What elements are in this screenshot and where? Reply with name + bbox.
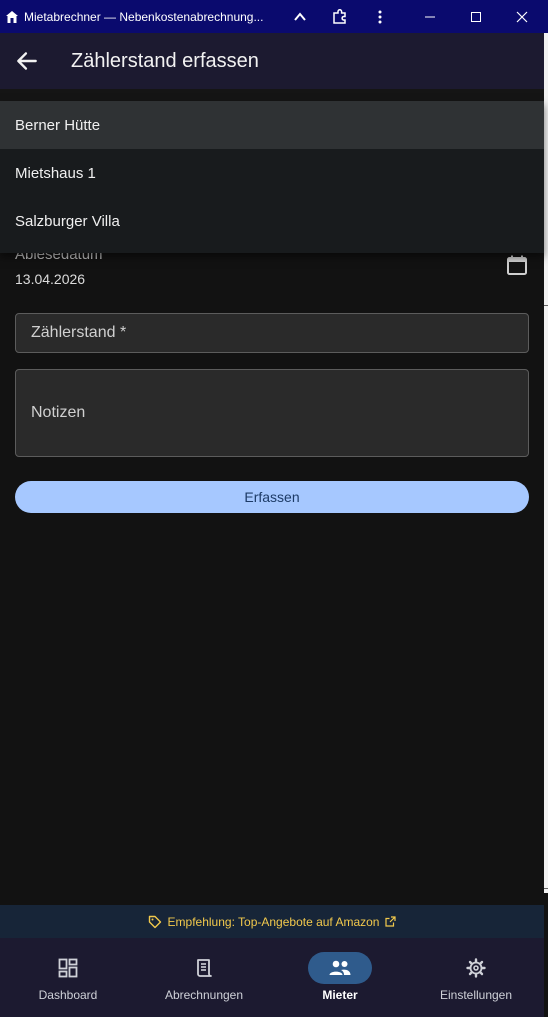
nav-label: Mieter [322,988,358,1002]
notes-input[interactable]: Notizen [15,369,529,457]
receipt-icon [197,959,212,977]
back-arrow-icon[interactable] [14,48,40,74]
extensions-button[interactable] [322,0,358,33]
more-menu-button[interactable] [362,0,398,33]
external-link-icon [385,916,397,927]
more-vertical-icon [378,10,382,23]
puzzle-icon [333,8,346,24]
notes-placeholder: Notizen [31,404,86,421]
meter-reading-placeholder: Zählerstand * [31,324,127,341]
gear-icon [466,958,486,978]
page-title: Zählerstand erfassen [71,49,259,72]
property-dropdown-list: Berner Hütte Mietshaus 1 Salzburger Vill… [0,101,544,253]
maximize-button[interactable] [458,0,494,33]
meter-reading-input[interactable]: Zählerstand * [15,313,529,353]
background-window-edge [544,33,548,893]
minimize-button[interactable] [412,0,448,33]
collapse-button[interactable] [282,0,318,33]
promo-banner[interactable]: Empfehlung: Top-Angebote auf Amazon [0,905,544,938]
chevron-up-icon [294,11,306,21]
promo-text: Empfehlung: Top-Angebote auf Amazon [167,914,380,929]
dropdown-option[interactable]: Berner Hütte [0,101,544,149]
nav-label: Abrechnungen [164,988,244,1002]
people-icon [329,960,351,975]
close-icon [516,11,528,22]
window-titlebar: Mietabrechner — Nebenkostenabrechnung... [0,0,548,33]
reading-date-value[interactable]: 13.04.2026 [15,271,85,287]
nav-item-dashboard[interactable]: Dashboard [0,938,136,1017]
dropdown-option[interactable]: Mietshaus 1 [0,149,544,197]
nav-item-abrechnungen[interactable]: Abrechnungen [136,938,272,1017]
nav-label: Einstellungen [439,988,513,1002]
maximize-icon [471,11,481,22]
nav-item-einstellungen[interactable]: Einstellungen [408,938,544,1017]
dropdown-option[interactable]: Salzburger Villa [0,197,544,245]
background-window-edge-line [544,888,548,889]
background-window-edge-line [544,305,548,306]
tag-icon [148,915,161,928]
nav-item-mieter[interactable]: Mieter [272,938,408,1017]
dashboard-icon [58,958,78,978]
bottom-navigation: Dashboard Abrechnungen Mieter Einstellun… [0,938,544,1017]
home-app-icon [6,10,18,23]
window-title: Mietabrechner — Nebenkostenabrechnung... [24,9,264,24]
calendar-icon[interactable] [505,253,529,277]
active-indicator-pill [308,952,372,984]
form-top-strip [0,89,544,101]
app-bar: Zählerstand erfassen [0,33,544,89]
nav-label: Dashboard [38,988,98,1002]
submit-button[interactable]: Erfassen [15,481,529,513]
minimize-icon [425,16,435,17]
close-button[interactable] [504,0,540,33]
